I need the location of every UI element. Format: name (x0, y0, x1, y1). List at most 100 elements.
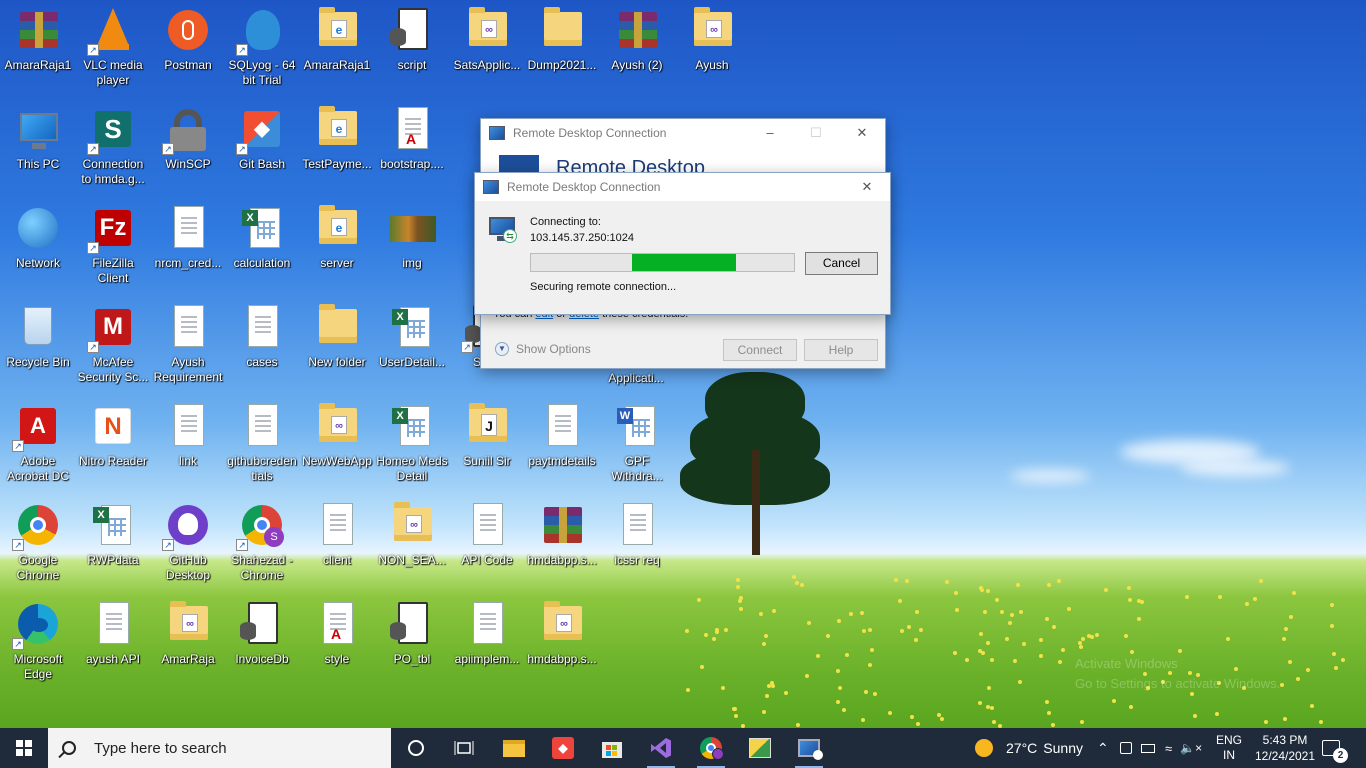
desktop-icon-postman[interactable]: Postman (150, 0, 226, 96)
taskbar-search-box[interactable]: Type here to search (48, 728, 391, 768)
desktop-icon-rar[interactable]: Ayush (2) (599, 0, 675, 96)
cancel-button[interactable]: Cancel (805, 252, 878, 275)
desktop-icon-folder-vs[interactable]: ∞ SatsApplic... (449, 0, 525, 96)
desktop-icon-db[interactable]: script (374, 0, 450, 96)
start-button[interactable] (0, 728, 48, 768)
desktop-icon-doc[interactable]: ayush API (75, 594, 151, 690)
weather-widget[interactable]: 27°C Sunny (975, 728, 1083, 768)
desktop-icon-doc[interactable]: apiimplem... (449, 594, 525, 690)
desktop-icon-doc[interactable]: githubcredentials (224, 396, 300, 492)
desktop-icon-db[interactable]: InvoiceDb (224, 594, 300, 690)
language-indicator[interactable]: ENG IN (1216, 728, 1242, 768)
desktop-icon-db[interactable]: PO_tbl (374, 594, 450, 690)
desktop-icon-doc[interactable]: paytmdetails (524, 396, 600, 492)
desktop-icon-label: AmaraRaja1 (4, 58, 72, 72)
desktop-icon-excel[interactable]: X RWPdata (75, 495, 151, 591)
chevron-up-icon: ⌃ (1097, 739, 1109, 756)
desktop-icon-word[interactable]: W GPF Withdra... (599, 396, 675, 492)
show-options-toggle[interactable]: ▼ Show Options (495, 342, 591, 356)
rdp-connecting-dialog[interactable]: Remote Desktop Connection ✕ ⇆ Connecting… (474, 172, 891, 315)
desktop-icon-github[interactable]: ↗ GitHub Desktop (150, 495, 226, 591)
flower (978, 700, 983, 705)
flower (836, 619, 841, 624)
taskbar-chrome[interactable] (687, 728, 735, 768)
desktop-icon-thispc[interactable]: This PC (0, 99, 76, 195)
desktop-icon-excel[interactable]: Xcalculation (224, 198, 300, 294)
desktop-icon-network[interactable]: Network (0, 198, 76, 294)
taskbar-snipping-tool[interactable] (736, 728, 784, 768)
desktop-icon-edge[interactable]: ↗ Microsoft Edge (0, 594, 76, 690)
close-button[interactable]: ✕ (839, 119, 885, 147)
desktop-icon-recycle[interactable]: Recycle Bin (0, 297, 76, 393)
desktop-icon-chrome[interactable]: ↗ Google Chrome (0, 495, 76, 591)
db-icon (388, 6, 436, 54)
desktop[interactable]: Activate Windows Go to Settings to activ… (0, 0, 1366, 728)
desktop-icon-nitro[interactable]: N Nitro Reader (75, 396, 151, 492)
activation-watermark: Activate Windows Go to Settings to activ… (1075, 654, 1280, 694)
search-icon (62, 741, 76, 755)
desktop-icon-folder[interactable]: New folder (299, 297, 375, 393)
taskbar-visual-studio[interactable] (637, 728, 685, 768)
desktop-icon-acrobat[interactable]: A ↗ Adobe Acrobat DC (0, 396, 76, 492)
doc-icon (463, 501, 511, 549)
close-button[interactable]: ✕ (844, 173, 890, 201)
gitbash-icon: ◆ ↗ (236, 105, 286, 155)
volume-muted-icon[interactable]: 🔈× (1180, 741, 1202, 755)
desktop-icon-doc[interactable]: link (150, 396, 226, 492)
desktop-icon-label: PO_tbl (393, 652, 431, 666)
notification-center-button[interactable]: 2 (1322, 728, 1348, 768)
rdp-dialog-titlebar[interactable]: Remote Desktop Connection (475, 173, 890, 201)
db-icon (388, 600, 436, 648)
desktop-icon-mcafee[interactable]: M ↗ McAfee Security Sc... (75, 297, 151, 393)
cortana-button[interactable] (392, 728, 440, 768)
desktop-icon-vlc[interactable]: ↗ VLC media player (75, 0, 151, 96)
desktop-icon-rar[interactable]: AmaraRaja1 (0, 0, 76, 96)
task-view-button[interactable] (440, 728, 488, 768)
taskbar-anydesk[interactable]: ◆ (539, 728, 587, 768)
shortcut-arrow-icon: ↗ (12, 440, 24, 452)
desktop-icon-folder[interactable]: Dump2021... (524, 0, 600, 96)
connect-button[interactable]: Connect (723, 339, 797, 361)
desktop-icon-pdfdoc[interactable]: Abootstrap.... (374, 99, 450, 195)
desktop-icon-folder-edge[interactable]: e TestPayme... (299, 99, 375, 195)
battery-icon[interactable] (1141, 743, 1155, 753)
desktop-icon-doc[interactable]: Ayush Requirement (150, 297, 226, 393)
maximize-button: ☐ (810, 125, 822, 140)
minimize-button[interactable]: – (747, 119, 793, 147)
desktop-icon-folder-vs[interactable]: ∞ AmarRaja (150, 594, 226, 690)
meet-now-icon[interactable] (1120, 742, 1132, 754)
desktop-icon-pdfdoc[interactable]: Astyle (299, 594, 375, 690)
desktop-icon-excel[interactable]: X UserDetail... (374, 297, 450, 393)
desktop-icon-sqlyog[interactable]: ↗ SQLyog - 64 bit Trial (224, 0, 300, 96)
desktop-icon-filezilla[interactable]: Fz ↗ FileZilla Client (75, 198, 151, 294)
desktop-icon-folder-vs[interactable]: ∞ hmdabpp.s... (524, 594, 600, 690)
desktop-icon-rar[interactable]: hmdabpp.s... (524, 495, 600, 591)
desktop-icon-winscp[interactable]: ↗ WinSCP (150, 99, 226, 195)
taskbar-microsoft-store[interactable] (588, 728, 636, 768)
desktop-icon-excel[interactable]: X Homeo Meds Detail (374, 396, 450, 492)
clock[interactable]: 5:43 PM 12/24/2021 (1252, 728, 1318, 768)
desktop-icon-putty[interactable]: S ↗ Connection to hmda.g... (75, 99, 151, 195)
taskbar-file-explorer[interactable] (490, 728, 538, 768)
desktop-icon-chrome-s[interactable]: S ↗ Shahezad - Chrome (224, 495, 300, 591)
taskbar-remote-desktop[interactable] (785, 728, 833, 768)
help-button[interactable]: Help (804, 339, 878, 361)
desktop-icon-gitbash[interactable]: ◆ ↗ Git Bash (224, 99, 300, 195)
network-icon[interactable]: ≈ (1165, 741, 1172, 756)
desktop-icon-doc[interactable]: API Code (449, 495, 525, 591)
flower (1329, 623, 1334, 628)
desktop-icon-folder-edge[interactable]: e AmaraRaja1 (299, 0, 375, 96)
desktop-icon-folder-vs[interactable]: ∞ NewWebApp (299, 396, 375, 492)
show-hidden-icons-button[interactable]: ⌃ (1097, 728, 1109, 768)
desktop-icon-folder-vs[interactable]: ∞ Ayush (674, 0, 750, 96)
desktop-icon-folder-edge[interactable]: e server (299, 198, 375, 294)
excel-icon: X (388, 303, 436, 351)
desktop-icon-doc[interactable]: client (299, 495, 375, 591)
desktop-icon-folder-vs[interactable]: ∞ NON_SEA... (374, 495, 450, 591)
desktop-icon-doc[interactable]: icssr req (599, 495, 675, 591)
desktop-icon-doc[interactable]: nrcm_cred... (150, 198, 226, 294)
desktop-icon-folder-j[interactable]: J Suniil Sir (449, 396, 525, 492)
desktop-icon-doc[interactable]: cases (224, 297, 300, 393)
flower (1289, 614, 1294, 619)
desktop-icon-img[interactable]: img (374, 198, 450, 294)
